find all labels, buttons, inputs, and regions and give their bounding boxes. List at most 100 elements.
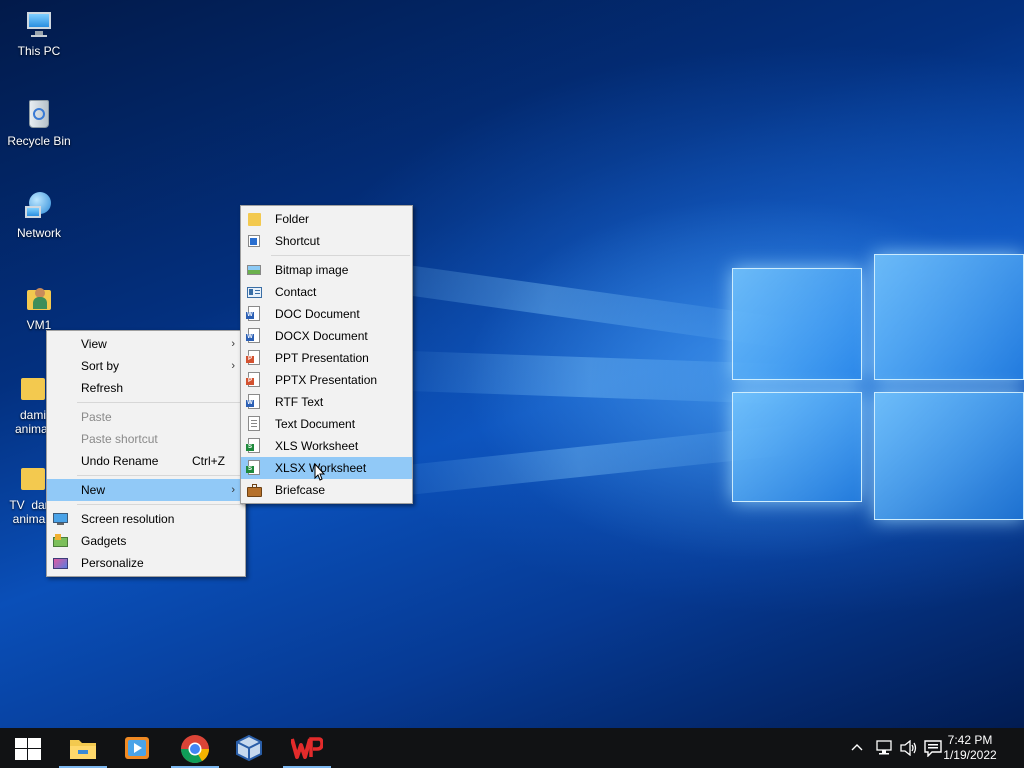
chevron-right-icon: ›	[231, 360, 235, 372]
file-explorer-icon	[70, 740, 96, 759]
menu-item-label: Bitmap image	[275, 263, 349, 277]
menu-item-personalize[interactable]: Personalize	[47, 552, 245, 574]
desktop-context-menu: View › Sort by › Refresh Paste Paste short…	[46, 330, 246, 577]
virtualbox-icon	[236, 734, 262, 762]
menu-item-label: Personalize	[81, 556, 144, 570]
wps-office-icon	[291, 737, 323, 759]
menu-item-label: Screen resolution	[81, 512, 175, 526]
folder-icon	[13, 462, 45, 494]
menu-separator	[77, 402, 243, 403]
icon-tag: P	[246, 356, 254, 363]
desktop-icon-recycle-bin[interactable]: Recycle Bin	[4, 98, 74, 148]
new-item-bitmap-image[interactable]: Bitmap image	[241, 259, 412, 281]
action-center-button[interactable]	[922, 728, 944, 768]
menu-item-label: Briefcase	[275, 483, 326, 497]
menu-item-view[interactable]: View ›	[47, 333, 245, 355]
menu-item-sort-by[interactable]: Sort by ›	[47, 355, 245, 377]
xlsx-icon: S	[246, 460, 260, 475]
notification-icon	[924, 740, 942, 757]
desktop-icon-vm1[interactable]: VM1	[4, 282, 74, 332]
monitor-icon	[53, 512, 68, 526]
chrome-icon	[181, 735, 209, 763]
new-item-docx-document[interactable]: W DOCX Document	[241, 325, 412, 347]
menu-separator	[77, 504, 243, 505]
rtf-icon: W	[246, 394, 260, 409]
system-clock[interactable]: 7:42 PM 1/19/2022	[940, 733, 1000, 763]
menu-item-paste: Paste	[47, 406, 245, 428]
menu-item-undo-rename[interactable]: Undo Rename Ctrl+Z	[47, 450, 245, 472]
this-pc-icon	[23, 8, 55, 40]
menu-item-label: Contact	[275, 285, 317, 299]
menu-item-screen-resolution[interactable]: Screen resolution	[47, 508, 245, 530]
menu-item-label: Refresh	[81, 381, 124, 395]
menu-item-paste-shortcut: Paste shortcut	[47, 428, 245, 450]
menu-item-label: XLS Worksheet	[275, 439, 359, 453]
clock-time: 7:42 PM	[947, 733, 993, 747]
taskbar-chrome[interactable]	[168, 728, 222, 768]
taskbar-media-player[interactable]	[110, 728, 164, 768]
network-status-icon	[876, 740, 892, 755]
menu-item-label: Text Document	[275, 417, 356, 431]
menu-item-label: Undo Rename	[81, 454, 159, 468]
volume-tray-button[interactable]	[898, 728, 920, 768]
menu-item-refresh[interactable]: Refresh	[47, 377, 245, 399]
clock-date: 1/19/2022	[943, 748, 997, 762]
menu-item-label: PPTX Presentation	[275, 373, 378, 387]
media-player-icon	[125, 737, 149, 759]
new-item-ppt-presentation[interactable]: P PPT Presentation	[241, 347, 412, 369]
new-item-folder[interactable]: Folder	[241, 208, 412, 230]
folder-icon	[247, 212, 261, 226]
text-document-icon	[248, 416, 260, 431]
menu-item-gadgets[interactable]: Gadgets	[47, 530, 245, 552]
personalize-icon	[53, 556, 68, 570]
new-item-shortcut[interactable]: Shortcut	[241, 230, 412, 252]
doc-icon: W	[246, 306, 260, 321]
desktop-icon-this-pc[interactable]: This PC	[4, 8, 74, 58]
icon-tag: W	[246, 334, 254, 341]
new-item-contact[interactable]: Contact	[241, 281, 412, 303]
menu-item-label: DOC Document	[275, 307, 360, 321]
gadgets-icon	[53, 534, 68, 548]
new-item-text-document[interactable]: Text Document	[241, 413, 412, 435]
start-button[interactable]	[0, 728, 54, 768]
icon-tag: W	[246, 400, 254, 407]
network-tray-button[interactable]	[872, 728, 896, 768]
docx-icon: W	[246, 328, 260, 343]
icon-tag: P	[246, 378, 254, 385]
taskbar-file-explorer[interactable]	[56, 728, 110, 768]
menu-item-label: New	[81, 483, 106, 497]
desktop-icon-network[interactable]: Network	[4, 190, 74, 240]
windows-logo-icon	[15, 738, 41, 760]
new-item-doc-document[interactable]: W DOC Document	[241, 303, 412, 325]
network-icon	[23, 190, 55, 222]
taskbar-wps-office[interactable]	[280, 728, 334, 768]
icon-tag: S	[246, 466, 254, 473]
new-item-pptx-presentation[interactable]: P PPTX Presentation	[241, 369, 412, 391]
desktop-icon-label: Recycle Bin	[7, 134, 71, 148]
briefcase-icon	[247, 483, 262, 497]
menu-item-label: Folder	[275, 212, 310, 226]
user-folder-icon	[23, 282, 55, 314]
chevron-right-icon: ›	[231, 338, 235, 350]
new-item-briefcase[interactable]: Briefcase	[241, 479, 412, 501]
icon-tag: S	[246, 444, 254, 451]
menu-separator	[271, 255, 410, 256]
new-item-xls-worksheet[interactable]: S XLS Worksheet	[241, 435, 412, 457]
new-item-xlsx-worksheet[interactable]: S XLSX Worksheet	[241, 457, 412, 481]
show-hidden-icons-button[interactable]	[846, 728, 868, 768]
speaker-icon	[900, 740, 917, 756]
chevron-up-icon	[851, 744, 863, 751]
menu-item-label: Gadgets	[81, 534, 127, 548]
bitmap-icon	[247, 263, 261, 277]
desktop-icon-label: Network	[16, 226, 61, 240]
folder-icon	[17, 372, 49, 404]
xls-icon: S	[246, 438, 260, 453]
menu-item-label: PPT Presentation	[275, 351, 369, 365]
new-item-rtf-text[interactable]: W RTF Text	[241, 391, 412, 413]
icon-tag: W	[246, 312, 254, 319]
new-submenu: Folder Shortcut Bitmap image Contact W D…	[240, 205, 413, 504]
menu-item-new[interactable]: New ›	[47, 479, 245, 501]
taskbar-virtualbox[interactable]	[222, 728, 276, 768]
menu-separator	[77, 475, 243, 476]
menu-item-label: Shortcut	[275, 234, 320, 248]
